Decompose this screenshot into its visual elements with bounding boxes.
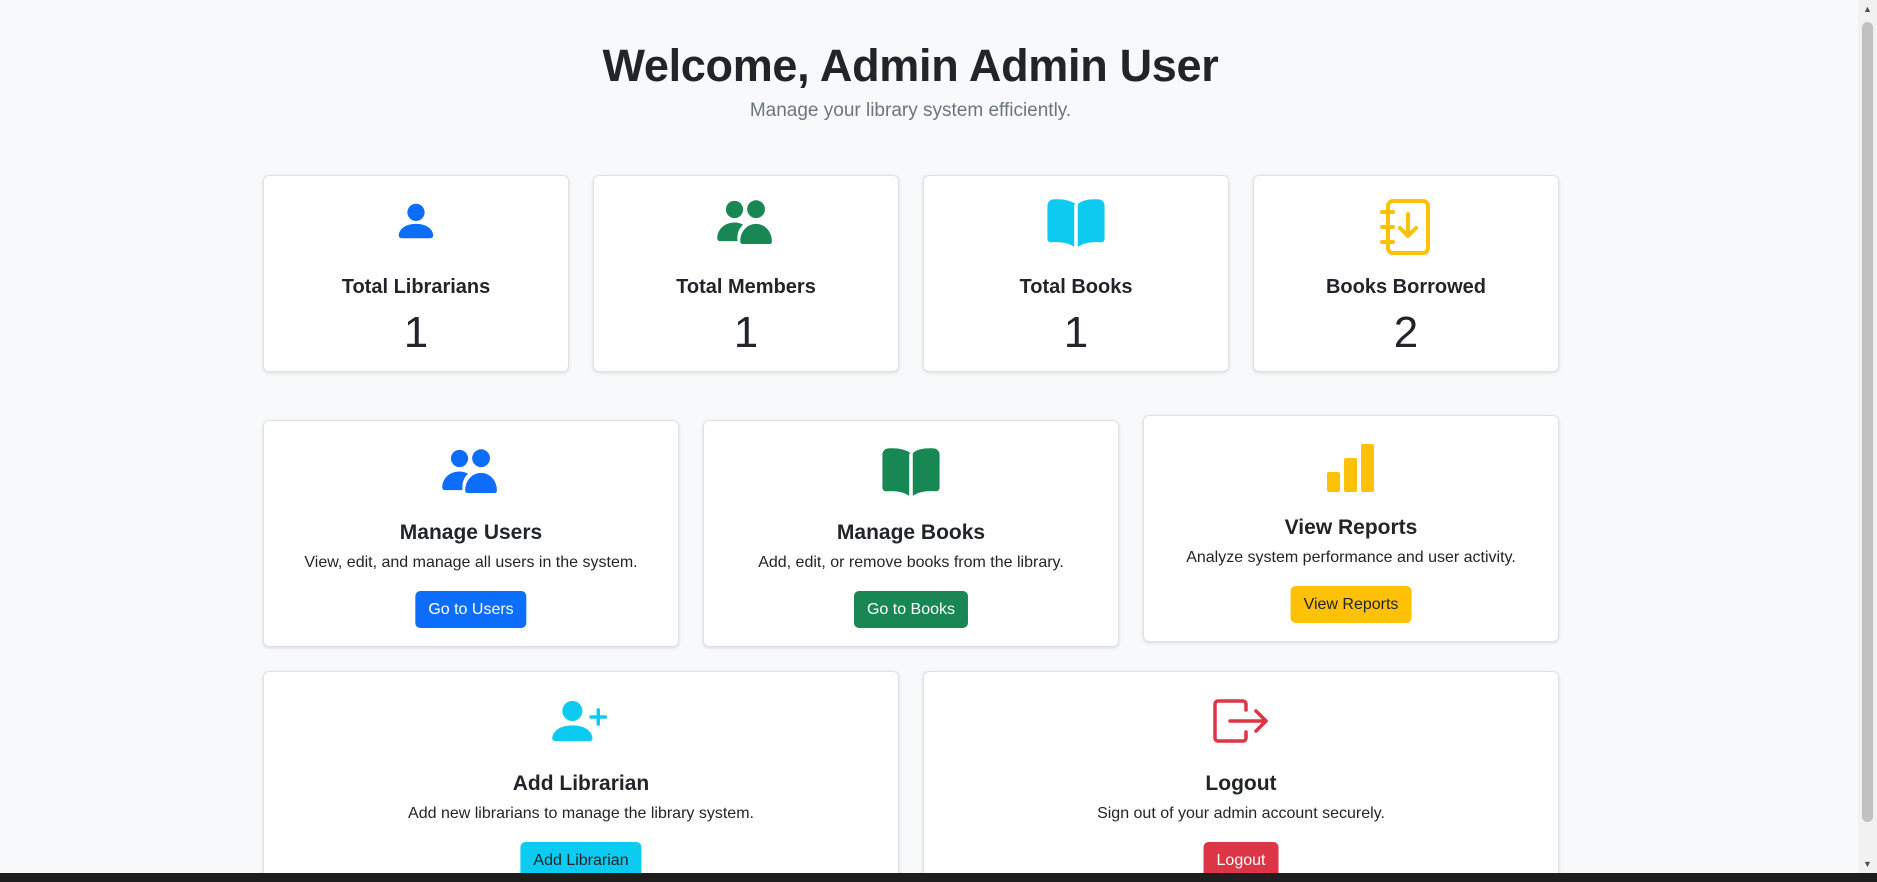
card-title: Manage Users (399, 521, 543, 544)
card-description: Sign out of your admin account securely. (1097, 805, 1385, 822)
card-description: Analyze system performance and user acti… (1186, 549, 1516, 566)
stat-label: Total Books (1019, 276, 1133, 298)
bar-chart-icon (1144, 442, 1558, 500)
vertical-scrollbar[interactable]: ▲ ▼ (1858, 0, 1877, 873)
dashboard-page: Welcome, Admin Admin User Manage your li… (0, 0, 1858, 873)
stat-value: 1 (403, 308, 429, 357)
journal-arrow-down-icon (1254, 198, 1558, 256)
book-icon (924, 198, 1228, 256)
people-icon (264, 447, 678, 505)
manage-users-card: Manage Users View, edit, and manage all … (263, 420, 679, 647)
go-to-books-button[interactable]: Go to Books (853, 591, 969, 628)
stat-card-librarians: Total Librarians 1 (263, 175, 569, 372)
person-plus-icon (264, 698, 898, 756)
card-title: Add Librarian (512, 772, 650, 795)
stat-value: 1 (1063, 308, 1089, 357)
card-description: View, edit, and manage all users in the … (304, 554, 638, 571)
stat-value: 2 (1393, 308, 1419, 357)
scrollbar-thumb[interactable] (1862, 22, 1873, 822)
logout-button[interactable]: Logout (1203, 842, 1279, 873)
page-header: Welcome, Admin Admin User Manage your li… (0, 40, 1821, 122)
card-title: View Reports (1284, 516, 1418, 539)
go-to-users-button[interactable]: Go to Users (415, 591, 527, 628)
stat-label: Total Librarians (341, 276, 491, 298)
stat-label: Total Members (676, 276, 816, 298)
page-title: Welcome, Admin Admin User (602, 40, 1219, 91)
people-icon (594, 198, 898, 256)
stat-card-borrowed: Books Borrowed 2 (1253, 175, 1559, 372)
stat-card-members: Total Members 1 (593, 175, 899, 372)
card-description: Add, edit, or remove books from the libr… (758, 554, 1064, 571)
box-arrow-right-icon (924, 698, 1558, 756)
logout-card: Logout Sign out of your admin account se… (923, 671, 1559, 873)
scroll-down-arrow-icon[interactable]: ▼ (1858, 855, 1877, 873)
stat-card-books: Total Books 1 (923, 175, 1229, 372)
card-title: Logout (1205, 772, 1277, 795)
person-icon (264, 198, 568, 256)
card-title: Manage Books (836, 521, 986, 544)
scroll-up-arrow-icon[interactable]: ▲ (1858, 0, 1877, 18)
book-icon (704, 447, 1118, 505)
add-librarian-card: Add Librarian Add new librarians to mana… (263, 671, 899, 873)
taskbar-edge (0, 873, 1877, 882)
view-reports-card: View Reports Analyze system performance … (1143, 415, 1559, 642)
add-librarian-button[interactable]: Add Librarian (520, 842, 642, 873)
stat-label: Books Borrowed (1325, 276, 1487, 298)
card-description: Add new librarians to manage the library… (408, 805, 754, 822)
view-reports-button[interactable]: View Reports (1290, 586, 1412, 623)
page-subtitle: Manage your library system efficiently. (749, 100, 1072, 121)
stat-value: 1 (733, 308, 759, 357)
manage-books-card: Manage Books Add, edit, or remove books … (703, 420, 1119, 647)
